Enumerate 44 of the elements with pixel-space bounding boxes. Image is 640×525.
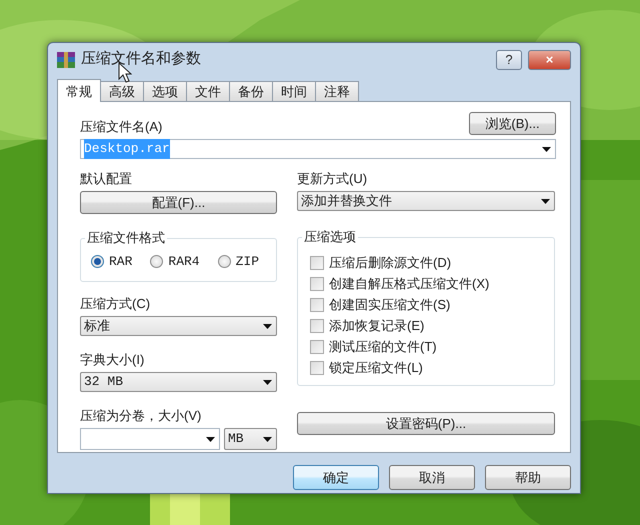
dropdown-arrow-icon xyxy=(541,198,550,204)
tab[interactable]: 常规 xyxy=(57,79,101,102)
checkbox[interactable]: 创建固实压缩文件(S) xyxy=(310,294,554,315)
group-label: 压缩文件格式 xyxy=(85,230,167,246)
tab[interactable]: 文件 xyxy=(186,81,230,101)
checkbox[interactable]: 测试压缩的文件(T) xyxy=(310,336,554,357)
dialog-button[interactable]: 帮助 xyxy=(485,465,571,490)
dropdown-arrow-icon xyxy=(263,436,272,442)
checkbox[interactable]: 创建自解压格式压缩文件(X) xyxy=(310,273,554,294)
window-title: 压缩文件名和参数 xyxy=(81,49,201,70)
tab[interactable]: 高级 xyxy=(100,81,144,101)
dropdown-arrow-icon xyxy=(206,436,215,442)
field-label: 压缩方式(C) xyxy=(80,296,152,312)
dropdown[interactable] xyxy=(80,428,220,450)
dropdown[interactable]: MB xyxy=(224,428,277,450)
dropdown[interactable]: 32 MB xyxy=(80,372,277,392)
checkbox[interactable]: 添加恢复记录(E) xyxy=(310,315,554,336)
field-label: 更新方式(U) xyxy=(297,171,368,187)
group-label: 压缩选项 xyxy=(302,229,358,245)
tab[interactable]: 备份 xyxy=(229,81,273,101)
tab[interactable]: 选项 xyxy=(143,81,187,101)
tab[interactable]: 时间 xyxy=(272,81,316,101)
checkbox[interactable]: 锁定压缩文件(L) xyxy=(310,357,554,378)
browse-button[interactable]: 浏览(B)... xyxy=(469,112,556,135)
dialog-button[interactable]: 确定 xyxy=(293,465,379,490)
password-button[interactable]: 设置密码(P)... xyxy=(297,412,555,435)
radio-button[interactable]: RAR xyxy=(91,252,132,272)
field-label: 压缩为分卷，大小(V) xyxy=(80,408,202,424)
dropdown-arrow-icon xyxy=(263,380,272,384)
field-label: 字典大小(I) xyxy=(80,352,146,368)
books-icon xyxy=(57,52,75,68)
field-label: 默认配置 xyxy=(80,171,133,187)
dropdown-arrow-icon xyxy=(542,146,551,152)
checkbox[interactable]: 压缩后删除源文件(D) xyxy=(310,252,554,273)
dialog-button[interactable]: 取消 xyxy=(389,465,475,490)
dropdown[interactable]: 标准 xyxy=(80,316,277,336)
profiles-button[interactable]: 配置(F)... xyxy=(80,191,277,214)
radio-button[interactable]: RAR4 xyxy=(150,252,200,272)
radio-button[interactable]: ZIP xyxy=(218,252,260,272)
help-button[interactable]: ? xyxy=(496,50,522,70)
dropdown-arrow-icon xyxy=(263,324,272,328)
field-label: 压缩文件名(A) xyxy=(80,119,162,135)
dropdown[interactable]: 添加并替换文件 xyxy=(297,191,555,211)
tab[interactable]: 注释 xyxy=(315,81,359,101)
